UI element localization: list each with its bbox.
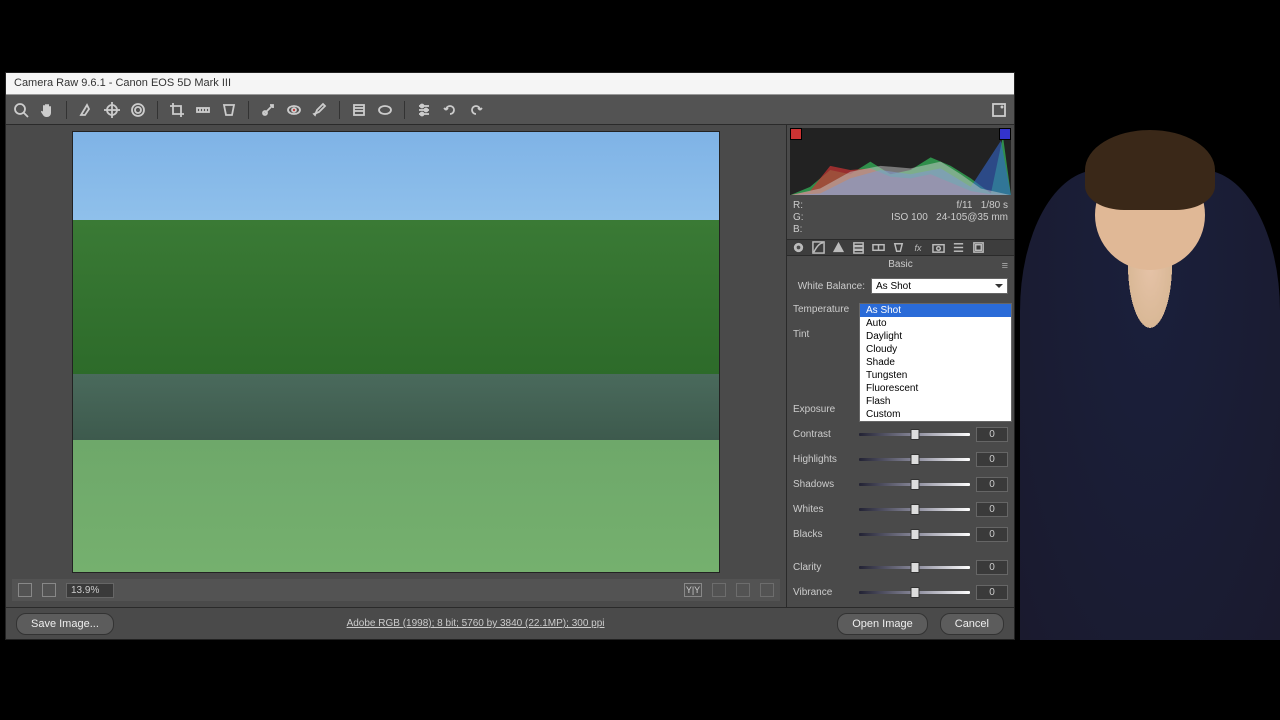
tint-label: Tint: [793, 329, 853, 340]
redeye-tool-icon[interactable]: [285, 101, 303, 119]
blacks-value[interactable]: 0: [976, 527, 1008, 542]
view-mode-1-icon[interactable]: [712, 583, 726, 597]
white-balance-dropdown[interactable]: As Shot Auto Daylight Cloudy Shade Tungs…: [859, 303, 1012, 422]
presenter-person: [1020, 170, 1280, 640]
wb-option-fluorescent[interactable]: Fluorescent: [860, 382, 1011, 395]
highlight-clip-warning-icon[interactable]: [999, 128, 1011, 140]
crop-tool-icon[interactable]: [168, 101, 186, 119]
adjustments-panel: R: f/11 1/80 s G: ISO 100 24-105@35 mm B…: [786, 125, 1014, 607]
view-mode-3-icon[interactable]: [760, 583, 774, 597]
adjustment-brush-icon[interactable]: [311, 101, 329, 119]
wb-option-flash[interactable]: Flash: [860, 395, 1011, 408]
wb-option-daylight[interactable]: Daylight: [860, 330, 1011, 343]
filmstrip-toggle-2-icon[interactable]: [42, 583, 56, 597]
window-title: Camera Raw 9.6.1 - Canon EOS 5D Mark III: [14, 77, 231, 89]
tab-basic-icon[interactable]: [791, 241, 805, 255]
wb-option-shade[interactable]: Shade: [860, 356, 1011, 369]
contrast-slider[interactable]: [859, 429, 970, 441]
clarity-slider[interactable]: [859, 562, 970, 574]
highlights-slider[interactable]: [859, 454, 970, 466]
wb-option-custom[interactable]: Custom: [860, 408, 1011, 421]
tab-snapshots-icon[interactable]: [971, 241, 985, 255]
tab-lens-icon[interactable]: [891, 241, 905, 255]
panel-menu-icon[interactable]: ≡: [1002, 260, 1008, 272]
wb-option-auto[interactable]: Auto: [860, 317, 1011, 330]
targeted-adjustment-icon[interactable]: [129, 101, 147, 119]
tab-presets-icon[interactable]: [951, 241, 965, 255]
hand-tool-icon[interactable]: [38, 101, 56, 119]
wb-option-as-shot[interactable]: As Shot: [860, 304, 1011, 317]
tab-curve-icon[interactable]: [811, 241, 825, 255]
camera-raw-window: Camera Raw 9.6.1 - Canon EOS 5D Mark III: [5, 72, 1015, 640]
white-balance-label: White Balance:: [793, 281, 865, 292]
before-after-toggle[interactable]: Y|Y: [684, 583, 702, 597]
tab-detail-icon[interactable]: [831, 241, 845, 255]
rotate-cw-icon[interactable]: [467, 101, 485, 119]
toolbar: [6, 95, 1014, 125]
shadows-slider[interactable]: [859, 479, 970, 491]
filmstrip-toggle-icon[interactable]: [18, 583, 32, 597]
preferences-icon[interactable]: [415, 101, 433, 119]
rotate-ccw-icon[interactable]: [441, 101, 459, 119]
spot-removal-icon[interactable]: [259, 101, 277, 119]
open-image-button[interactable]: Open Image: [837, 613, 928, 635]
vibrance-slider[interactable]: [859, 587, 970, 599]
view-mode-2-icon[interactable]: [736, 583, 750, 597]
wb-option-cloudy[interactable]: Cloudy: [860, 343, 1011, 356]
temperature-label: Temperature: [793, 304, 853, 315]
titlebar: Camera Raw 9.6.1 - Canon EOS 5D Mark III: [6, 73, 1014, 95]
color-sampler-icon[interactable]: [103, 101, 121, 119]
vibrance-label: Vibrance: [793, 587, 853, 598]
exif-readout: R: f/11 1/80 s G: ISO 100 24-105@35 mm B…: [787, 198, 1014, 239]
shadows-label: Shadows: [793, 479, 853, 490]
contrast-value[interactable]: 0: [976, 427, 1008, 442]
white-balance-tool-icon[interactable]: [77, 101, 95, 119]
tab-hsl-icon[interactable]: [851, 241, 865, 255]
image-preview[interactable]: [72, 131, 720, 573]
wb-option-tungsten[interactable]: Tungsten: [860, 369, 1011, 382]
highlights-value[interactable]: 0: [976, 452, 1008, 467]
white-balance-select[interactable]: As Shot: [871, 278, 1008, 294]
fullscreen-icon[interactable]: [990, 101, 1008, 119]
save-image-button[interactable]: Save Image...: [16, 613, 114, 635]
whites-label: Whites: [793, 504, 853, 515]
blacks-label: Blacks: [793, 529, 853, 540]
straighten-tool-icon[interactable]: [194, 101, 212, 119]
transform-tool-icon[interactable]: [220, 101, 238, 119]
blacks-slider[interactable]: [859, 529, 970, 541]
whites-value[interactable]: 0: [976, 502, 1008, 517]
tab-camera-icon[interactable]: [931, 241, 945, 255]
panel-title: Basic ≡: [787, 256, 1014, 273]
radial-filter-icon[interactable]: [376, 101, 394, 119]
tab-split-icon[interactable]: [871, 241, 885, 255]
histogram[interactable]: [790, 128, 1011, 195]
tab-fx-icon[interactable]: fx: [911, 241, 925, 255]
shadow-clip-warning-icon[interactable]: [790, 128, 802, 140]
graduated-filter-icon[interactable]: [350, 101, 368, 119]
contrast-label: Contrast: [793, 429, 853, 440]
panel-tabs: fx: [787, 239, 1014, 256]
zoom-tool-icon[interactable]: [12, 101, 30, 119]
bottom-bar: Save Image... Adobe RGB (1998); 8 bit; 5…: [6, 607, 1014, 639]
exposure-label: Exposure: [793, 404, 853, 415]
workflow-options-link[interactable]: Adobe RGB (1998); 8 bit; 5760 by 3840 (2…: [126, 618, 825, 629]
clarity-label: Clarity: [793, 562, 853, 573]
zoom-select[interactable]: 13.9%: [66, 583, 114, 598]
vibrance-value[interactable]: 0: [976, 585, 1008, 600]
whites-slider[interactable]: [859, 504, 970, 516]
preview-footer: 13.9% White Balance.CR2 Y|Y: [12, 579, 780, 601]
highlights-label: Highlights: [793, 454, 853, 465]
shadows-value[interactable]: 0: [976, 477, 1008, 492]
cancel-button[interactable]: Cancel: [940, 613, 1004, 635]
clarity-value[interactable]: 0: [976, 560, 1008, 575]
